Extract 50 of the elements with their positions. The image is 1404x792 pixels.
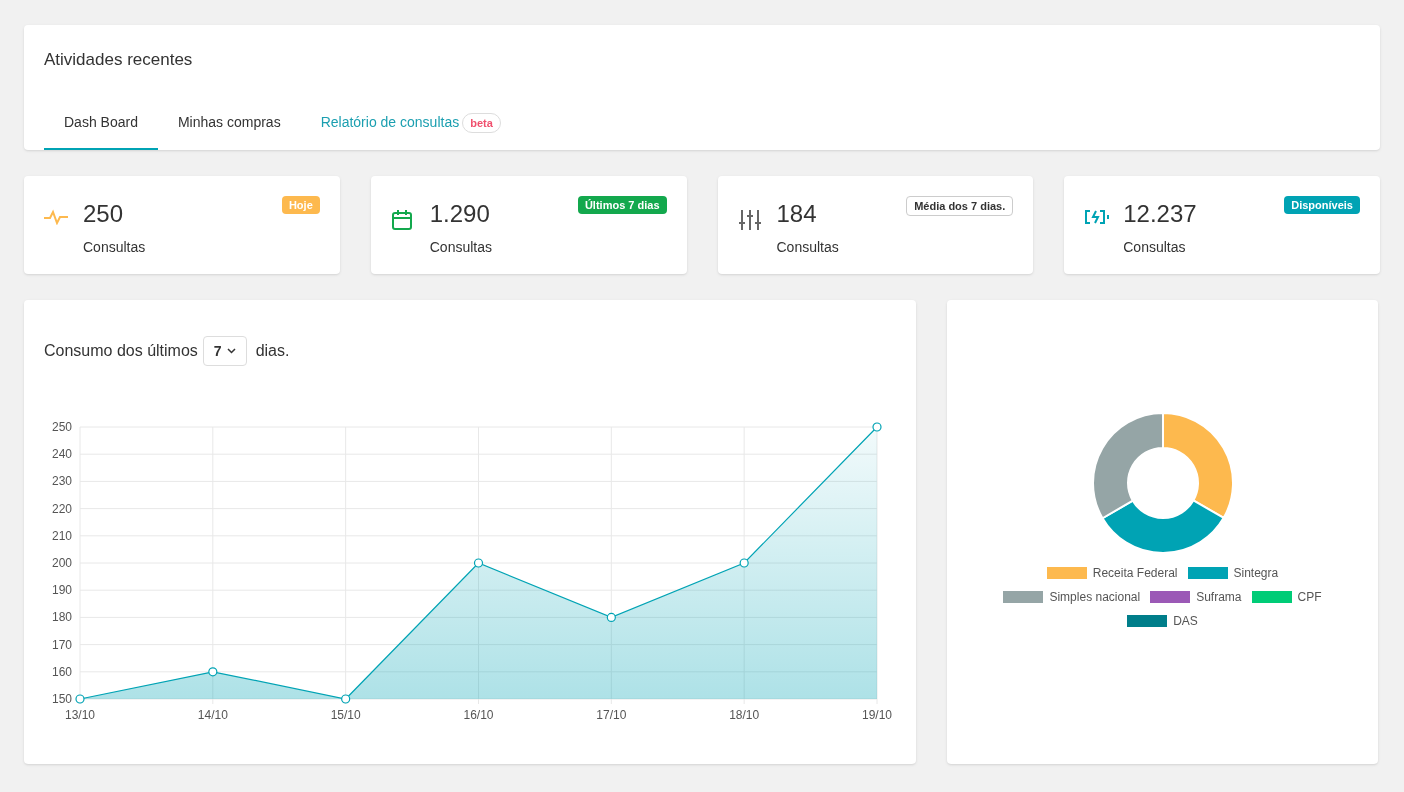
stat-label: Consultas	[1123, 238, 1187, 257]
x-tick-label: 19/10	[862, 708, 892, 722]
y-tick-label: 150	[51, 692, 72, 706]
legend-label: Sintegra	[1233, 565, 1279, 582]
legend-label: Receita Federal	[1092, 565, 1178, 582]
y-tick-label: 190	[51, 583, 72, 598]
legend-label: DAS	[1173, 613, 1198, 630]
stat-label: Consultas	[83, 238, 146, 257]
y-tick-label: 180	[51, 610, 72, 625]
tab[interactable]: Minhas compras	[157, 112, 301, 150]
x-tick-label: 16/10	[463, 708, 494, 722]
stat-value: 250	[83, 200, 125, 228]
stat-value: 12.237	[1123, 200, 1197, 228]
data-point	[473, 558, 484, 568]
days-select[interactable]: 7	[202, 336, 247, 366]
section-title: Atividades recentes	[44, 49, 194, 71]
stat-label: Consultas	[776, 238, 839, 257]
stat-label: Consultas	[429, 238, 492, 257]
data-point	[208, 667, 218, 677]
data-point	[341, 694, 351, 704]
y-tick-label: 170	[51, 637, 72, 652]
tab[interactable]: Dash Board	[44, 112, 158, 150]
stat-value: 184	[776, 200, 818, 228]
y-tick-label: 200	[51, 556, 72, 570]
y-tick-label: 240	[51, 447, 72, 462]
data-point	[606, 612, 616, 622]
caret-icon	[226, 348, 236, 354]
y-tick-label: 160	[51, 664, 72, 679]
y-tick-label: 210	[51, 528, 72, 543]
x-tick-label: 13/10	[65, 708, 95, 722]
data-point	[739, 558, 749, 568]
data-point	[75, 694, 85, 704]
x-tick-label: 15/10	[330, 708, 361, 722]
period-badge: Média dos 7 dias.	[906, 196, 1014, 216]
x-tick-label: 18/10	[729, 708, 760, 722]
chart-title-suffix: dias.	[255, 341, 290, 361]
x-tick-label: 14/10	[197, 708, 228, 722]
stat-value: 1.290	[429, 200, 491, 228]
y-tick-label: 250	[51, 420, 72, 434]
legend-label: Simples nacional	[1049, 589, 1141, 606]
legend-label: Suframa	[1196, 589, 1242, 606]
y-tick-label: 220	[51, 501, 72, 516]
period-badge: Últimos 7 dias	[577, 196, 667, 214]
data-point	[872, 422, 882, 432]
period-badge: Hoje	[281, 196, 320, 214]
y-tick-label: 230	[51, 474, 72, 489]
period-badge: Disponíveis	[1284, 196, 1360, 214]
chart-title: Consumo dos últimos	[44, 341, 198, 361]
legend-label: CPF	[1297, 589, 1322, 606]
x-tick-label: 17/10	[596, 708, 627, 722]
